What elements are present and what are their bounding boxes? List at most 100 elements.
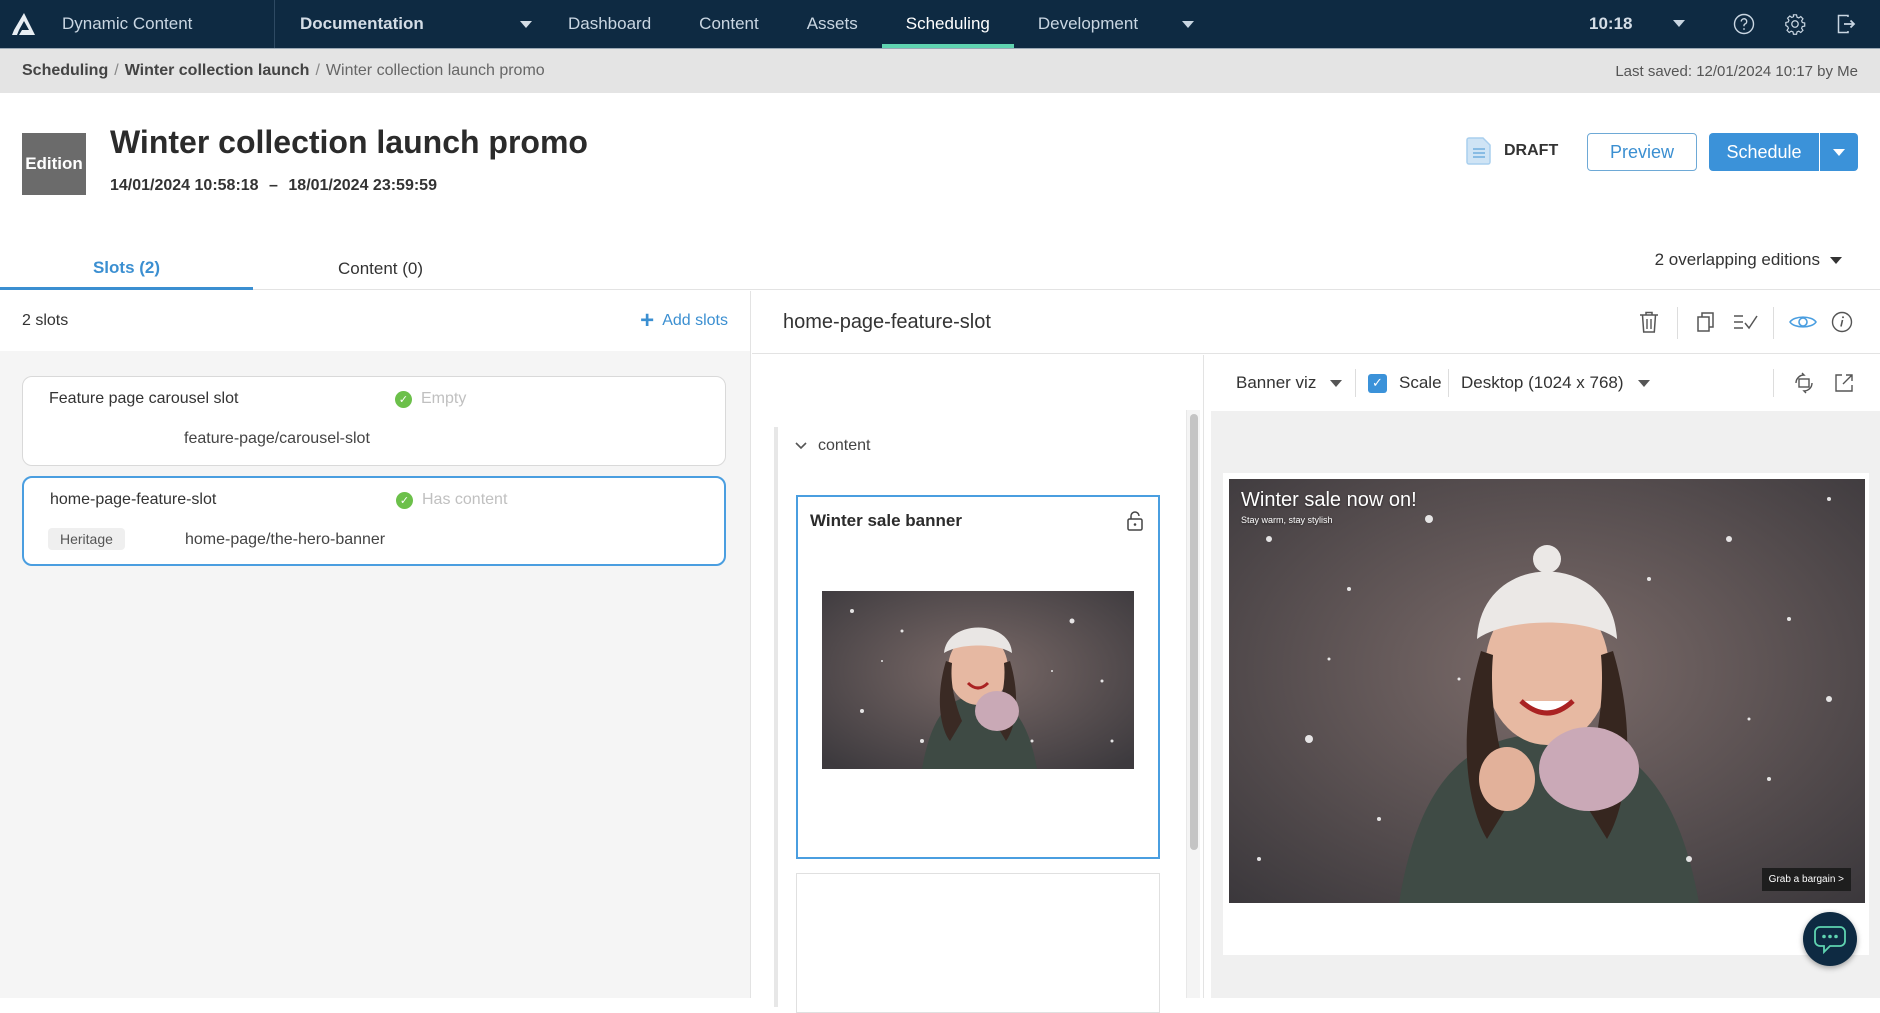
schedule-options-button[interactable] (1820, 133, 1858, 171)
locale-tag: Heritage (48, 528, 125, 550)
content-card-empty[interactable] (796, 873, 1160, 1013)
info-icon[interactable] (1829, 309, 1855, 335)
overlapping-editions-dropdown[interactable]: 2 overlapping editions (1655, 250, 1842, 270)
chevron-down-icon (1637, 379, 1650, 387)
slot-status-text: Has content (422, 491, 508, 508)
content-section-toggle[interactable]: content (794, 437, 870, 455)
slot-path: feature-page/carousel-slot (184, 430, 370, 447)
breadcrumb-event[interactable]: Winter collection launch (125, 62, 310, 80)
tab-bar: Slots (2) Content (0) (0, 248, 1880, 290)
device-label: Desktop (1024 x 768) (1461, 373, 1624, 392)
chevron-down-icon (1833, 148, 1845, 156)
scale-checkbox[interactable]: ✓ Scale (1368, 355, 1442, 411)
top-nav: Dynamic Content Documentation Dashboard … (0, 0, 1880, 48)
tab-content[interactable]: Content (0) (254, 248, 507, 290)
banner-subline: Stay warm, stay stylish (1241, 515, 1333, 525)
check-circle-icon: ✓ (396, 491, 413, 509)
edition-badge: Edition (22, 133, 86, 195)
preview-area: Winter sale now on! Stay warm, stay styl… (1211, 411, 1880, 998)
nav-development[interactable]: Development (1014, 0, 1162, 48)
time-display[interactable]: 10:18 (1589, 0, 1632, 48)
breadcrumb-bar: Scheduling / Winter collection launch / … (0, 48, 1880, 93)
time-chevron-down-icon[interactable] (1673, 20, 1685, 27)
preview-frame: Winter sale now on! Stay warm, stay styl… (1223, 473, 1869, 955)
edition-end: 18/01/2024 23:59:59 (288, 177, 437, 194)
eye-icon[interactable] (1788, 309, 1818, 335)
tab-slots[interactable]: Slots (2) (0, 248, 253, 290)
slots-panel: 2 slots + Add slots Feature page carouse… (0, 291, 751, 998)
app-title[interactable]: Dynamic Content (62, 14, 274, 34)
copy-icon[interactable] (1692, 309, 1718, 335)
hub-name: Documentation (300, 14, 424, 33)
content-editor-pane: content Winter sale banner (752, 355, 1204, 1013)
slot-detail-header: home-page-feature-slot (752, 291, 1880, 354)
slot-name: Feature page carousel slot (49, 390, 239, 407)
nav-more-chevron-icon[interactable] (1182, 20, 1195, 28)
content-card[interactable]: Winter sale banner (796, 495, 1160, 859)
content-card-title: Winter sale banner (810, 511, 962, 530)
banner-headline: Winter sale now on! (1241, 489, 1417, 511)
slot-card[interactable]: Feature page carousel slot ✓ Empty featu… (22, 376, 726, 466)
visualization-dropdown[interactable]: Banner viz (1236, 355, 1343, 411)
check-circle-icon: ✓ (395, 390, 412, 408)
nav-assets[interactable]: Assets (783, 0, 882, 48)
nav-dashboard[interactable]: Dashboard (544, 0, 675, 48)
editor-rail (774, 427, 778, 1007)
unlock-icon[interactable] (1126, 511, 1144, 531)
visualization-label: Banner viz (1236, 373, 1317, 392)
breadcrumb: Scheduling / Winter collection launch / … (22, 62, 545, 80)
settings-icon[interactable] (1782, 11, 1808, 37)
content-section-label: content (818, 437, 871, 454)
amplience-logo-icon[interactable] (2, 0, 46, 48)
preview-button[interactable]: Preview (1587, 133, 1697, 171)
last-saved-text: Last saved: 12/01/2024 10:17 by Me (1615, 62, 1858, 80)
logout-icon[interactable] (1833, 11, 1859, 37)
checkbox-checked-icon[interactable]: ✓ (1368, 373, 1387, 393)
divider (1677, 307, 1678, 339)
slot-name: home-page-feature-slot (50, 491, 217, 508)
hub-selector[interactable]: Documentation (274, 0, 544, 48)
slot-status: ✓ Empty (395, 390, 466, 408)
device-dropdown[interactable]: Desktop (1024 x 768) (1461, 355, 1650, 411)
edition-start: 14/01/2024 10:58:18 (110, 177, 259, 194)
chevron-down-icon (1330, 379, 1343, 387)
nav-scheduling[interactable]: Scheduling (881, 0, 1015, 48)
slots-panel-header: 2 slots + Add slots (0, 291, 750, 351)
slot-status: ✓ Has content (396, 491, 507, 509)
chevron-down-icon (1830, 256, 1842, 264)
breadcrumb-scheduling[interactable]: Scheduling (22, 62, 108, 80)
checklist-icon[interactable] (1732, 309, 1758, 335)
schedule-button[interactable]: Schedule (1709, 133, 1819, 171)
add-slots-button[interactable]: + Add slots (640, 309, 728, 333)
rotate-device-icon[interactable] (1791, 370, 1817, 396)
open-external-icon[interactable] (1831, 370, 1857, 396)
divider (1773, 307, 1774, 339)
status-badge: DRAFT (1466, 136, 1558, 166)
scrollbar-thumb[interactable] (1190, 414, 1198, 850)
slot-card-selected[interactable]: home-page-feature-slot ✓ Has content Her… (22, 476, 726, 566)
document-icon (1466, 137, 1491, 165)
divider (1355, 369, 1356, 397)
page-title: Winter collection launch promo (110, 124, 588, 160)
edition-dates: 14/01/2024 10:58:18 – 18/01/2024 23:59:5… (110, 177, 437, 195)
add-slots-label: Add slots (662, 312, 728, 329)
help-icon[interactable] (1731, 11, 1757, 37)
banner-image (1229, 479, 1865, 903)
banner-preview: Winter sale now on! Stay warm, stay styl… (1229, 479, 1865, 903)
date-separator: – (269, 177, 278, 194)
chat-button[interactable] (1803, 912, 1857, 966)
banner-cta-button[interactable]: Grab a bargain > (1761, 868, 1851, 891)
nav-content[interactable]: Content (675, 0, 783, 48)
preview-toolbar: Banner viz ✓ Scale Desktop (1024 x 768) (1205, 355, 1880, 411)
slot-path: home-page/the-hero-banner (185, 531, 386, 548)
delete-icon[interactable] (1636, 309, 1662, 335)
plus-icon: + (640, 307, 655, 334)
editor-scrollbar[interactable] (1186, 410, 1200, 998)
overlapping-editions-label: 2 overlapping editions (1654, 250, 1820, 269)
chevron-down-icon (520, 20, 532, 28)
breadcrumb-current: Winter collection launch promo (325, 62, 545, 79)
chat-bubble-icon (1814, 926, 1846, 954)
chevron-down-icon (795, 442, 807, 450)
slot-detail-title: home-page-feature-slot (783, 311, 991, 333)
divider (1448, 369, 1449, 397)
